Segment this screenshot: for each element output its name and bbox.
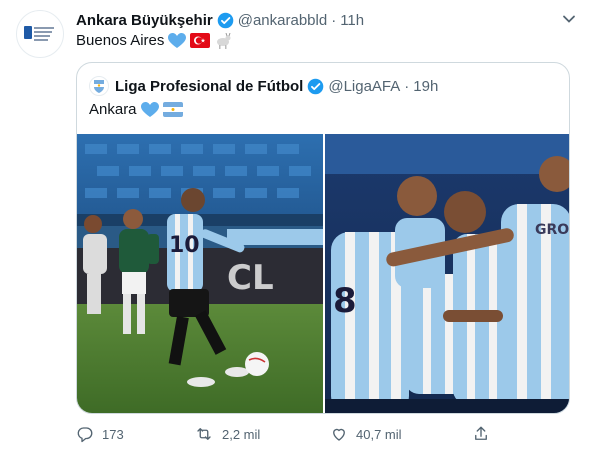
share-icon bbox=[475, 426, 487, 440]
share-button[interactable] bbox=[472, 422, 490, 446]
retweet-icon bbox=[197, 428, 211, 440]
quoted-separator-dot: · bbox=[404, 77, 410, 95]
quoted-avatar[interactable] bbox=[89, 76, 109, 96]
team-celebration-image: 8 GRO bbox=[325, 134, 569, 413]
retweet-button[interactable]: 2,2 mil bbox=[194, 422, 260, 446]
quoted-tweet-header: Liga Profesional de Fútbol @LigaAFA · 19… bbox=[89, 75, 438, 97]
blue-heart-icon bbox=[140, 101, 159, 117]
avatar[interactable] bbox=[16, 10, 64, 58]
quoted-verified-badge-icon bbox=[307, 78, 324, 95]
shirt-lettering: GRO bbox=[535, 222, 569, 238]
reply-button[interactable]: 173 bbox=[76, 422, 124, 446]
author-name[interactable]: Ankara Büyükşehir bbox=[76, 12, 213, 29]
goat-icon bbox=[217, 32, 231, 49]
quoted-tweet-time[interactable]: 19h bbox=[413, 78, 438, 95]
argentina-flag-icon bbox=[162, 102, 183, 117]
reply-count: 173 bbox=[102, 426, 124, 442]
blue-heart-icon bbox=[168, 32, 187, 48]
svg-text:CL: CL bbox=[227, 258, 274, 298]
svg-text:8: 8 bbox=[333, 281, 357, 321]
svg-text:10: 10 bbox=[169, 233, 200, 258]
reply-icon bbox=[77, 427, 93, 443]
penalty-kick-image: CL 10 bbox=[77, 134, 323, 413]
tweet: Ankara Büyükşehir @ankarabbld · 11h Buen… bbox=[0, 0, 598, 456]
author-handle[interactable]: @ankarabbld bbox=[238, 12, 327, 29]
photo-penalty-kick[interactable]: CL 10 bbox=[77, 134, 323, 413]
verified-badge-icon bbox=[217, 12, 234, 29]
more-options-button[interactable] bbox=[558, 8, 580, 30]
tweet-text: Buenos Aires bbox=[76, 32, 232, 49]
turkey-flag-icon bbox=[190, 33, 211, 48]
quoted-tweet[interactable]: Liga Profesional de Fútbol @LigaAFA · 19… bbox=[76, 62, 570, 414]
like-count: 40,7 mil bbox=[356, 426, 402, 442]
chevron-down-icon bbox=[563, 15, 575, 23]
tweet-actions: 173 2,2 mil 40,7 mil bbox=[76, 422, 496, 446]
ankara-logo-icon bbox=[24, 26, 54, 41]
quoted-author-handle[interactable]: @LigaAFA bbox=[328, 78, 400, 95]
separator-dot: · bbox=[331, 11, 337, 29]
like-button[interactable]: 40,7 mil bbox=[330, 422, 402, 446]
quoted-text-content: Ankara bbox=[89, 101, 137, 118]
tweet-time[interactable]: 11h bbox=[340, 12, 364, 29]
tweet-text-content: Buenos Aires bbox=[76, 32, 165, 49]
quoted-media: CL 10 8 GRO bbox=[77, 134, 569, 413]
photo-team-celebration[interactable]: 8 GRO bbox=[325, 134, 569, 413]
quoted-author-name[interactable]: Liga Profesional de Fútbol bbox=[115, 78, 303, 95]
retweet-count: 2,2 mil bbox=[222, 426, 261, 442]
heart-icon bbox=[333, 428, 345, 441]
quoted-tweet-text: Ankara bbox=[89, 101, 183, 118]
liga-logo-icon bbox=[94, 80, 104, 93]
tweet-header: Ankara Büyükşehir @ankarabbld · 11h bbox=[76, 10, 558, 30]
